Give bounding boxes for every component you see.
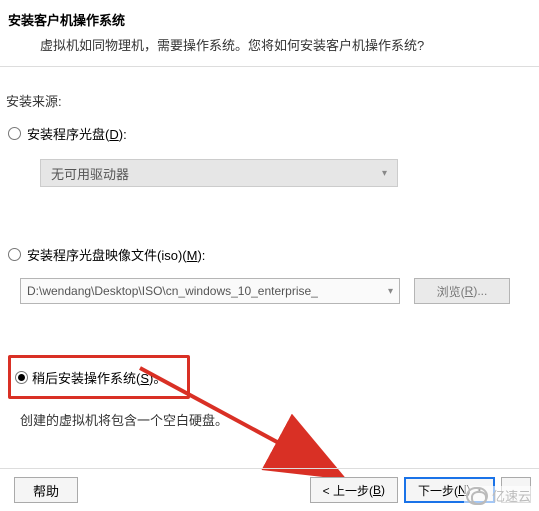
option-label: 稍后安装操作系统(S)。 (32, 368, 166, 387)
drive-dropdown[interactable]: 无可用驱动器 ▾ (40, 159, 398, 187)
option-label: 安装程序光盘映像文件(iso)(M): (27, 245, 205, 264)
option-iso-file[interactable]: 安装程序光盘映像文件(iso)(M): (0, 241, 539, 268)
help-button[interactable]: 帮助 (14, 477, 78, 503)
option-label: 安装程序光盘(D): (27, 124, 127, 143)
radio-iso-file[interactable] (8, 248, 21, 261)
install-source-label: 安装来源: (0, 67, 539, 120)
chevron-down-icon: ▾ (388, 286, 393, 297)
wizard-footer: 帮助 < 上一步(B) 下一步(N) > (0, 477, 539, 503)
watermark-text: 亿速云 (492, 486, 531, 505)
install-later-description: 创建的虚拟机将包含一个空白硬盘。 (20, 410, 228, 429)
iso-path-input[interactable]: D:\wendang\Desktop\ISO\cn_windows_10_ent… (20, 278, 400, 304)
iso-path-value: D:\wendang\Desktop\ISO\cn_windows_10_ent… (27, 284, 318, 298)
watermark: 亿速云 (464, 486, 533, 505)
option-installer-disc[interactable]: 安装程序光盘(D): (0, 120, 539, 147)
cloud-icon (466, 487, 488, 505)
radio-installer-disc[interactable] (8, 127, 21, 140)
page-subtitle: 虚拟机如同物理机，需要操作系统。您将如何安装客户机操作系统? (8, 35, 531, 54)
dropdown-value: 无可用驱动器 (51, 164, 129, 183)
radio-install-later[interactable] (15, 371, 28, 384)
separator (0, 468, 539, 469)
back-button[interactable]: < 上一步(B) (310, 477, 398, 503)
browse-button[interactable]: 浏览(R)... (414, 278, 510, 304)
page-title: 安装客户机操作系统 (8, 10, 531, 29)
option-install-later[interactable]: 稍后安装操作系统(S)。 (8, 355, 190, 399)
chevron-down-icon: ▾ (382, 168, 387, 179)
wizard-header: 安装客户机操作系统 虚拟机如同物理机，需要操作系统。您将如何安装客户机操作系统? (0, 0, 539, 66)
